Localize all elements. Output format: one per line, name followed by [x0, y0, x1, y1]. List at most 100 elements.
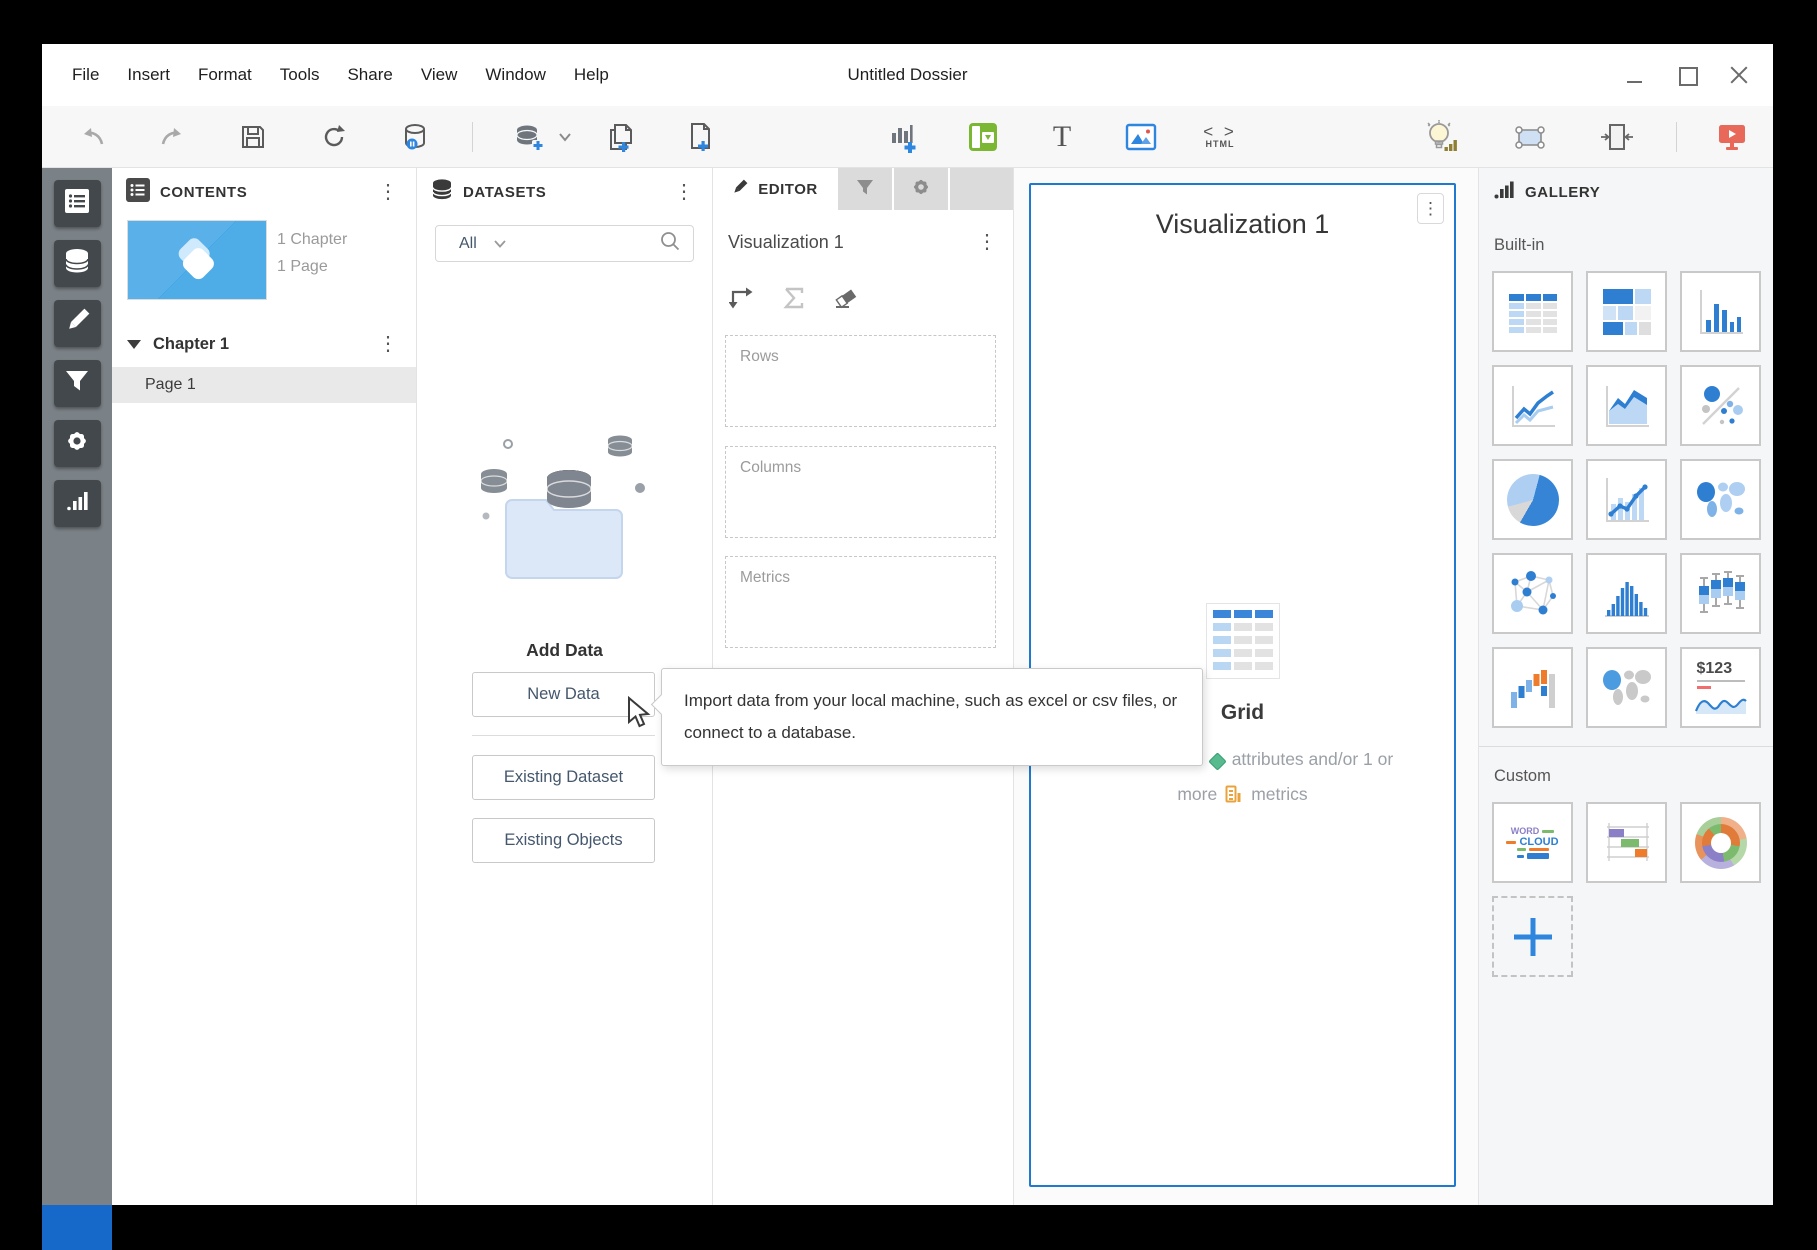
- page-row[interactable]: Page 1: [112, 367, 416, 403]
- search-icon[interactable]: [660, 231, 680, 256]
- gallery-tile-bar-chart[interactable]: [1680, 271, 1761, 352]
- eraser-icon[interactable]: [833, 286, 859, 315]
- menu-help[interactable]: Help: [560, 65, 623, 85]
- dataset-filter-value[interactable]: All: [459, 235, 477, 253]
- chevron-down-icon[interactable]: [127, 340, 141, 349]
- datasets-title: DATASETS: [463, 184, 546, 201]
- custom-section-label: Custom: [1494, 767, 1773, 786]
- editor-tools: [729, 286, 859, 315]
- add-dataset-icon[interactable]: [510, 118, 548, 156]
- gallery-tile-gantt-chart[interactable]: [1586, 802, 1667, 883]
- dropzone-rows[interactable]: Rows: [725, 335, 996, 427]
- dataset-status-icon[interactable]: [396, 118, 434, 156]
- gallery-tile-word-cloud[interactable]: WORD CLOUD: [1492, 802, 1573, 883]
- button-divider: [472, 735, 655, 736]
- add-page-icon[interactable]: [602, 118, 640, 156]
- insights-icon[interactable]: [1424, 118, 1462, 156]
- pencil-icon: [731, 178, 749, 200]
- gallery-tile-histogram[interactable]: [1586, 553, 1667, 634]
- gallery-tile-sunburst[interactable]: [1680, 802, 1761, 883]
- totals-sigma-icon[interactable]: [783, 286, 805, 315]
- add-document-icon[interactable]: [681, 118, 719, 156]
- gallery-tile-heat-map[interactable]: [1586, 271, 1667, 352]
- chevron-down-icon[interactable]: [493, 235, 507, 253]
- add-html-icon[interactable]: < >HTML: [1201, 118, 1239, 156]
- add-dataset-chevron-icon[interactable]: [546, 118, 584, 156]
- rail-settings-button[interactable]: [54, 420, 101, 467]
- minimize-button[interactable]: [1625, 65, 1645, 85]
- chapter-kebab-menu[interactable]: ⋮: [372, 332, 404, 356]
- add-visualization-icon[interactable]: [885, 118, 923, 156]
- gallery-tile-combo-chart[interactable]: [1586, 459, 1667, 540]
- close-button[interactable]: [1729, 65, 1749, 85]
- menu-window[interactable]: Window: [471, 65, 559, 85]
- gallery-tile-network[interactable]: [1492, 553, 1573, 634]
- tab-filter[interactable]: [838, 168, 892, 210]
- add-custom-visual-button[interactable]: [1492, 896, 1573, 977]
- layout-selection-icon[interactable]: [1511, 118, 1549, 156]
- datasets-kebab-menu[interactable]: ⋮: [668, 180, 700, 204]
- gallery-tile-box-plot[interactable]: [1680, 553, 1761, 634]
- dropzone-columns[interactable]: Columns: [725, 446, 996, 538]
- editor-viz-kebab-menu[interactable]: ⋮: [971, 230, 1003, 254]
- menu-file[interactable]: File: [58, 65, 113, 85]
- menu-insert[interactable]: Insert: [113, 65, 184, 85]
- chapter-row[interactable]: Chapter 1 ⋮: [112, 324, 416, 364]
- rail-gallery-button[interactable]: [54, 480, 101, 527]
- swap-axes-icon[interactable]: [729, 286, 755, 315]
- visualization-kebab-menu[interactable]: ⋮: [1417, 193, 1444, 224]
- menu-view[interactable]: View: [407, 65, 472, 85]
- funnel-icon: [64, 368, 90, 399]
- menu-format[interactable]: Format: [184, 65, 266, 85]
- rail-editor-button[interactable]: [54, 300, 101, 347]
- tab-editor[interactable]: EDITOR: [713, 168, 836, 210]
- gear-icon: [63, 427, 91, 460]
- maximize-button[interactable]: [1677, 65, 1697, 85]
- existing-objects-button[interactable]: Existing Objects: [472, 818, 655, 863]
- gallery-tile-waterfall[interactable]: [1492, 647, 1573, 728]
- refresh-icon[interactable]: [315, 118, 353, 156]
- undo-icon[interactable]: [74, 118, 112, 156]
- contents-list-icon: [126, 178, 150, 207]
- add-text-icon[interactable]: T: [1043, 118, 1081, 156]
- fit-to-window-icon[interactable]: [1598, 118, 1636, 156]
- menu-share[interactable]: Share: [333, 65, 406, 85]
- gallery-tile-bubble-chart[interactable]: [1680, 365, 1761, 446]
- dossier-thumbnail[interactable]: [127, 220, 267, 300]
- gallery-tile-kpi[interactable]: $123: [1680, 647, 1761, 728]
- rail-filter-button[interactable]: [54, 360, 101, 407]
- gallery-tile-map[interactable]: [1586, 647, 1667, 728]
- tab-settings[interactable]: [894, 168, 948, 210]
- tab-bar-filler: [950, 168, 1013, 210]
- gallery-tile-pie-chart[interactable]: [1492, 459, 1573, 540]
- menu-tools[interactable]: Tools: [266, 65, 334, 85]
- existing-dataset-button[interactable]: Existing Dataset: [472, 755, 655, 800]
- new-data-tooltip: Import data from your local machine, suc…: [661, 668, 1203, 766]
- dataset-search-box[interactable]: All: [435, 225, 694, 262]
- pencil-icon: [64, 308, 90, 339]
- save-icon[interactable]: [234, 118, 272, 156]
- rail-contents-button[interactable]: [54, 180, 101, 227]
- gallery-tile-grid[interactable]: [1492, 271, 1573, 352]
- editor-tab-bar: EDITOR: [713, 168, 1013, 210]
- taskbar-accent: [42, 1205, 112, 1250]
- tooltip-text: Import data from your local machine, suc…: [684, 691, 1177, 742]
- title-bar: Untitled Dossier File Insert Format Tool…: [42, 44, 1773, 106]
- presentation-mode-icon[interactable]: [1713, 118, 1751, 156]
- add-image-icon[interactable]: [1122, 118, 1160, 156]
- gallery-tile-area-chart[interactable]: [1586, 365, 1667, 446]
- gallery-tile-geospatial-map[interactable]: [1680, 459, 1761, 540]
- contents-title: CONTENTS: [160, 184, 247, 201]
- datasets-db-icon: [431, 178, 453, 207]
- menu-bar: File Insert Format Tools Share View Wind…: [58, 44, 623, 106]
- redo-icon[interactable]: [153, 118, 191, 156]
- metric-icon: [1225, 781, 1243, 813]
- gallery-tile-line-chart[interactable]: [1492, 365, 1573, 446]
- gallery-chart-icon: [1493, 180, 1515, 205]
- contents-kebab-menu[interactable]: ⋮: [372, 180, 404, 204]
- rail-datasets-button[interactable]: [54, 240, 101, 287]
- contents-header: CONTENTS ⋮: [112, 168, 416, 216]
- add-filter-panel-icon[interactable]: [964, 118, 1002, 156]
- dropzone-metrics[interactable]: Metrics: [725, 556, 996, 648]
- editor-tab-label: EDITOR: [758, 181, 817, 198]
